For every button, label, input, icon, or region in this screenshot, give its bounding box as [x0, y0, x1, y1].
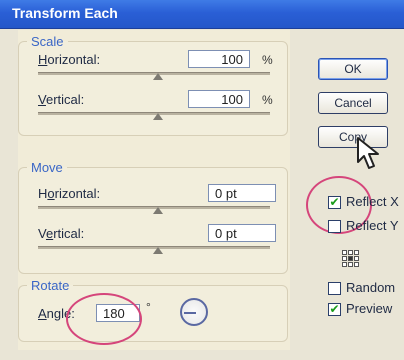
- dialog-content: Scale Horizontal: 100 % Vertical: 100 % …: [18, 30, 290, 350]
- move-group: Move: [18, 160, 288, 274]
- cancel-button[interactable]: Cancel: [318, 92, 388, 114]
- scale-vertical-slider-thumb[interactable]: [153, 113, 163, 120]
- arrow-cursor-icon: [357, 137, 379, 169]
- dialog-title: Transform Each: [12, 5, 118, 21]
- preview-checkbox[interactable]: ✔: [328, 303, 341, 316]
- move-horizontal-input[interactable]: 0 pt: [208, 184, 276, 202]
- reflect-x-label: Reflect X: [346, 194, 399, 209]
- reflect-x-checkbox[interactable]: ✔: [328, 196, 341, 209]
- angle-dial-icon[interactable]: [180, 298, 208, 326]
- ok-button[interactable]: OK: [318, 58, 388, 80]
- move-vertical-slider-thumb[interactable]: [153, 247, 163, 254]
- reference-point-grid-icon[interactable]: [342, 250, 360, 268]
- angle-dial-needle: [184, 312, 196, 314]
- move-vertical-label: Vertical:: [38, 226, 85, 241]
- scale-horizontal-slider-thumb[interactable]: [153, 73, 163, 80]
- scale-horizontal-unit: %: [262, 53, 273, 67]
- random-checkbox[interactable]: [328, 282, 341, 295]
- move-horizontal-slider-thumb[interactable]: [153, 207, 163, 214]
- rotate-legend: Rotate: [31, 278, 70, 293]
- scale-horizontal-label: Horizontal:: [38, 52, 101, 67]
- scale-vertical-input[interactable]: 100: [188, 90, 250, 108]
- scale-vertical-unit: %: [262, 93, 273, 107]
- reflect-y-label: Reflect Y: [346, 218, 399, 233]
- reflect-y-checkbox[interactable]: [328, 220, 341, 233]
- move-legend: Move: [31, 160, 63, 175]
- move-vertical-input[interactable]: 0 pt: [208, 224, 276, 242]
- title-bar: Transform Each: [0, 0, 404, 29]
- angle-degree-unit: °: [146, 300, 151, 314]
- angle-highlight-circle: [66, 293, 142, 345]
- preview-label: Preview: [346, 301, 393, 316]
- scale-horizontal-input[interactable]: 100: [188, 50, 250, 68]
- random-label: Random: [346, 280, 396, 295]
- scale-legend: Scale: [31, 34, 64, 49]
- move-horizontal-label: Horizontal:: [38, 186, 101, 201]
- scale-vertical-label: Vertical:: [38, 92, 85, 107]
